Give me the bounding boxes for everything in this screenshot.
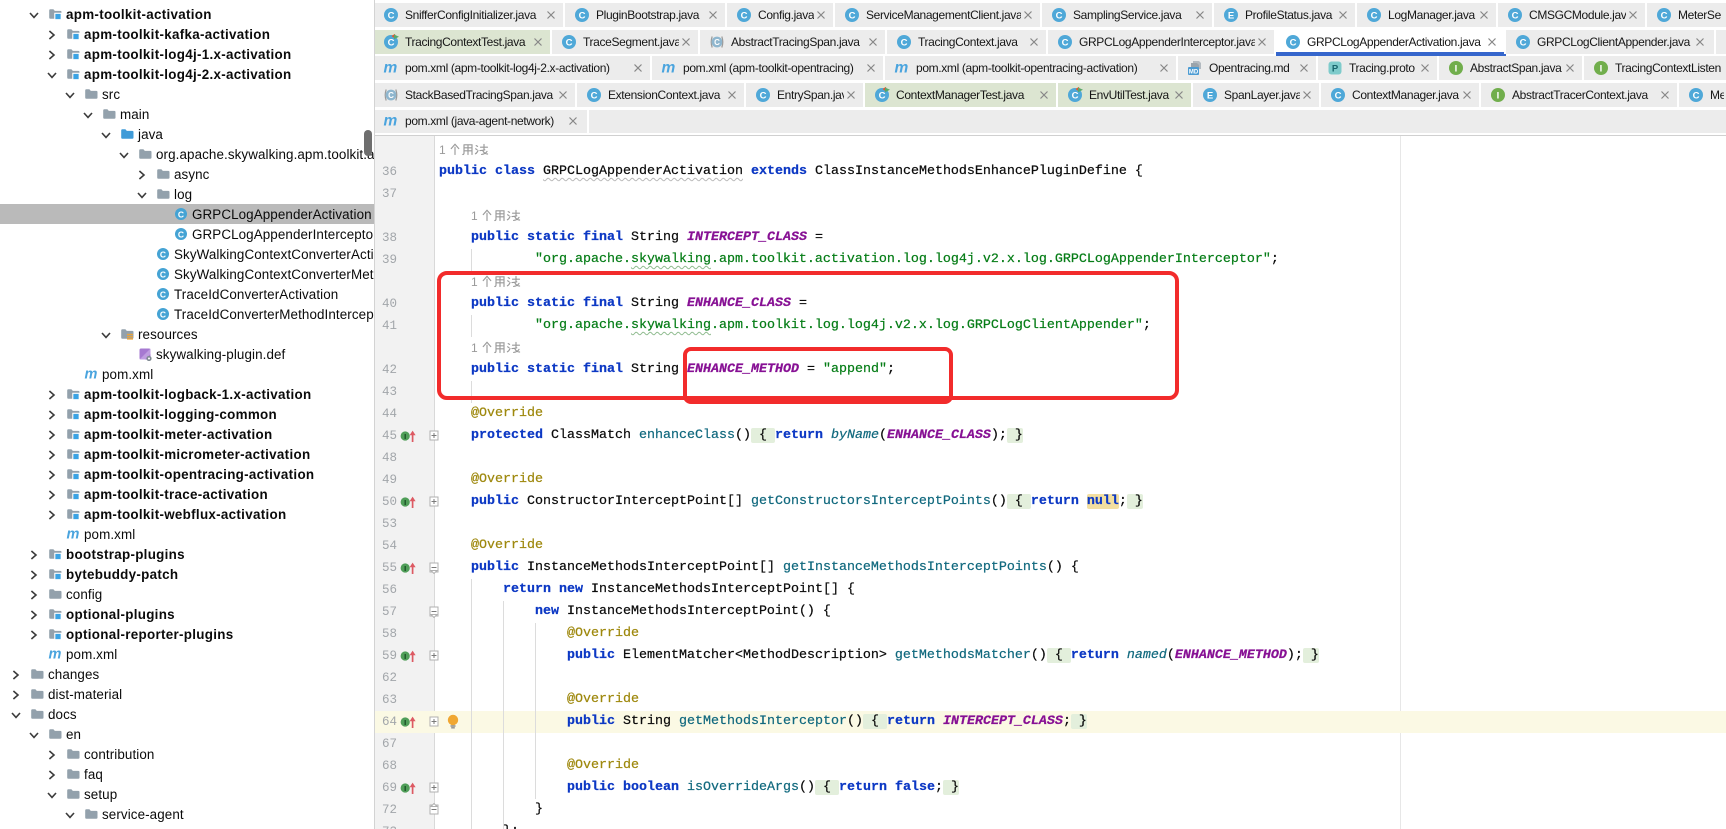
svg-text:C: C — [178, 229, 184, 239]
svg-text:C: C — [1062, 37, 1069, 48]
svg-text:C: C — [160, 309, 166, 319]
svg-text:C: C — [388, 37, 395, 48]
svg-text:m: m — [85, 367, 98, 381]
svg-text:C: C — [388, 10, 395, 21]
svg-text:E: E — [1228, 10, 1234, 21]
svg-text:C: C — [1335, 90, 1342, 101]
svg-text:C: C — [1520, 37, 1527, 48]
svg-text:C: C — [849, 10, 856, 21]
svg-text:C: C — [1371, 10, 1378, 21]
svg-text:C: C — [901, 37, 908, 48]
svg-text:I: I — [1455, 64, 1458, 75]
svg-text:E: E — [1207, 90, 1213, 101]
svg-text:C: C — [591, 90, 598, 101]
svg-text:m: m — [384, 60, 398, 76]
svg-text:C: C — [160, 269, 166, 279]
svg-text:MD: MD — [1189, 69, 1199, 75]
svg-text:C: C — [160, 249, 166, 259]
svg-text:P: P — [1332, 64, 1339, 75]
svg-text:I: I — [404, 718, 406, 727]
svg-text:I: I — [1600, 64, 1603, 75]
svg-text:C: C — [760, 90, 767, 101]
svg-text:I: I — [404, 498, 406, 507]
svg-text:I: I — [404, 564, 406, 573]
svg-text:C: C — [160, 289, 166, 299]
svg-text:m: m — [895, 60, 909, 76]
svg-text:I: I — [404, 432, 406, 441]
svg-text:C: C — [1056, 10, 1063, 21]
svg-text:C: C — [879, 90, 886, 101]
svg-text:I: I — [404, 784, 406, 793]
svg-text:I: I — [1497, 90, 1500, 101]
svg-text:m: m — [384, 113, 398, 129]
svg-text:m: m — [49, 647, 62, 661]
svg-text:C: C — [566, 37, 573, 48]
svg-text:C: C — [178, 209, 184, 219]
svg-text:C: C — [1512, 10, 1519, 21]
svg-text:m: m — [67, 527, 80, 541]
svg-text:C: C — [1693, 90, 1700, 101]
svg-text:C: C — [1290, 37, 1297, 48]
svg-text:C: C — [714, 38, 720, 47]
svg-text:I: I — [404, 652, 406, 661]
svg-text:C: C — [1661, 10, 1668, 21]
svg-text:m: m — [662, 60, 676, 76]
svg-text:C: C — [1072, 90, 1079, 101]
svg-text:C: C — [388, 91, 394, 100]
svg-text:C: C — [741, 10, 748, 21]
svg-text:C: C — [579, 10, 586, 21]
